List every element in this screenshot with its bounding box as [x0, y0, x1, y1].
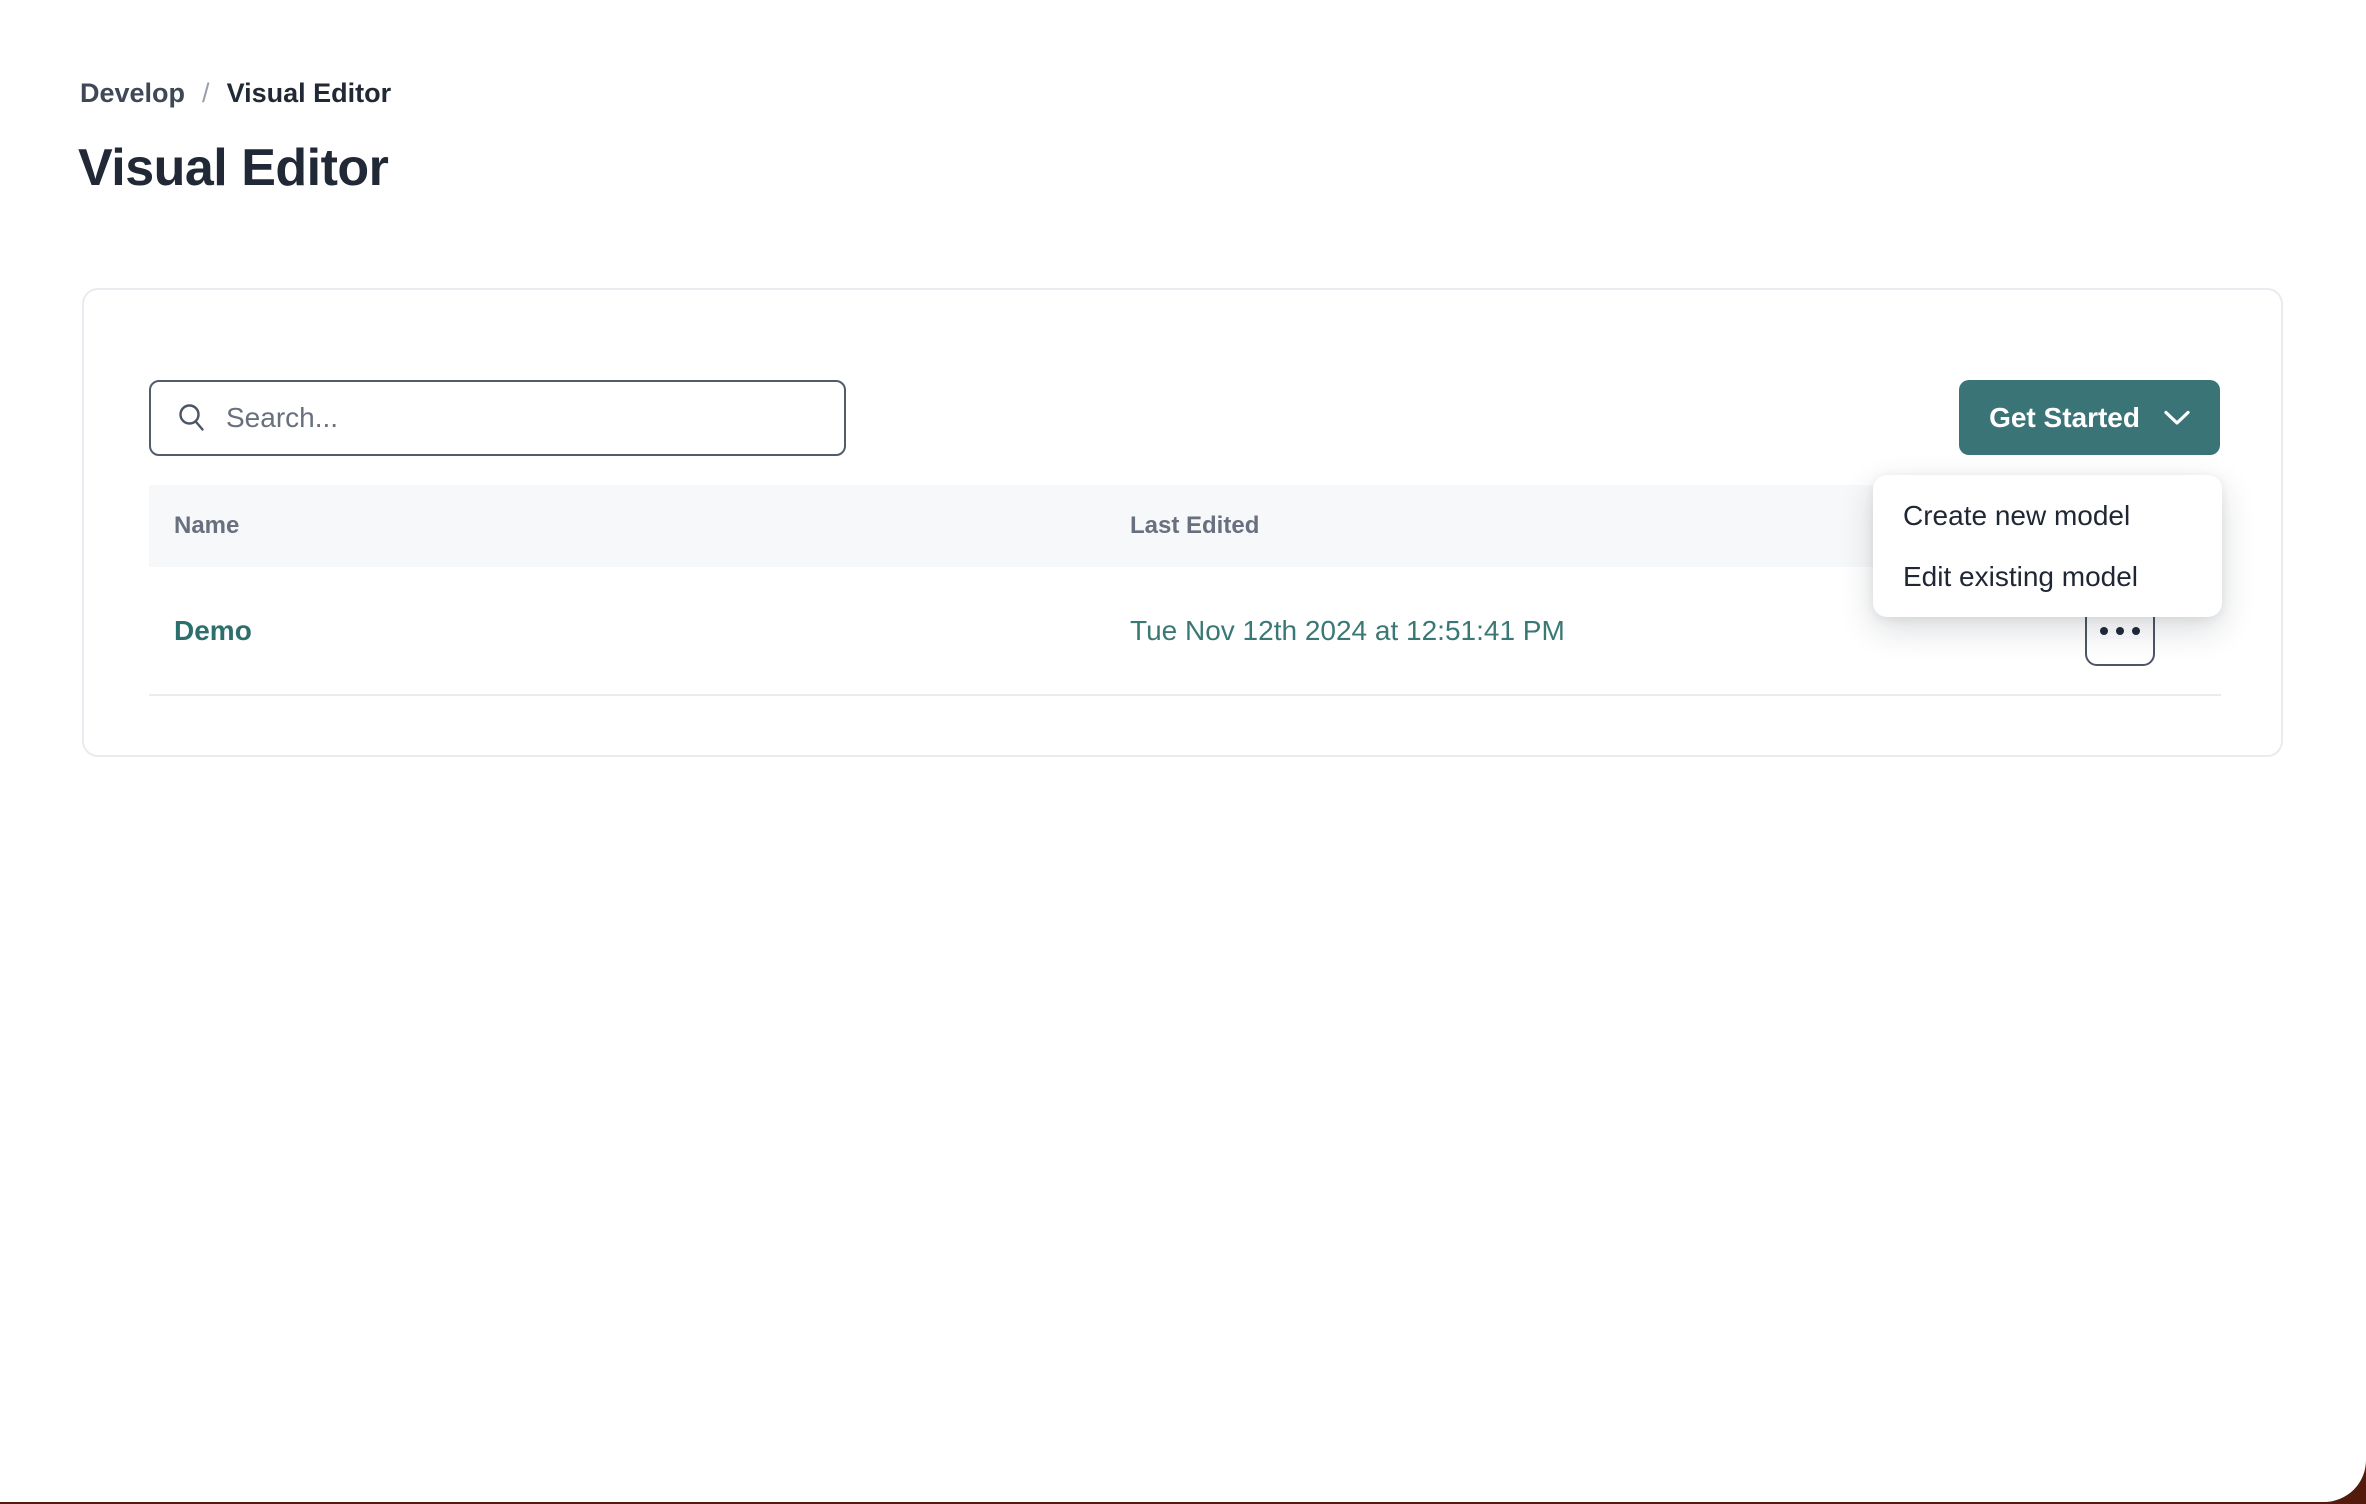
get-started-button[interactable]: Get Started [1959, 380, 2220, 455]
search-input[interactable] [226, 382, 844, 454]
chevron-down-icon [2164, 410, 2190, 426]
search-box[interactable] [149, 380, 846, 456]
app-window: Develop / Visual Editor Visual Editor Ge… [0, 0, 2366, 1502]
model-name-link[interactable]: Demo [174, 615, 252, 647]
breadcrumb: Develop / Visual Editor [80, 78, 391, 109]
breadcrumb-current-visual-editor: Visual Editor [227, 78, 392, 109]
column-header-name: Name [174, 512, 1130, 540]
menu-item-create-new-model[interactable]: Create new model [1873, 485, 2222, 546]
menu-item-edit-existing-model[interactable]: Edit existing model [1873, 546, 2222, 607]
ellipsis-icon [2100, 627, 2140, 635]
breadcrumb-separator: / [202, 78, 210, 109]
last-edited-text: Tue Nov 12th 2024 at 12:51:41 PM [1130, 615, 2051, 647]
page-title: Visual Editor [78, 138, 388, 198]
search-icon [176, 402, 208, 434]
get-started-menu: Create new model Edit existing model [1873, 475, 2222, 617]
get-started-label: Get Started [1989, 402, 2140, 434]
breadcrumb-link-develop[interactable]: Develop [80, 78, 185, 109]
